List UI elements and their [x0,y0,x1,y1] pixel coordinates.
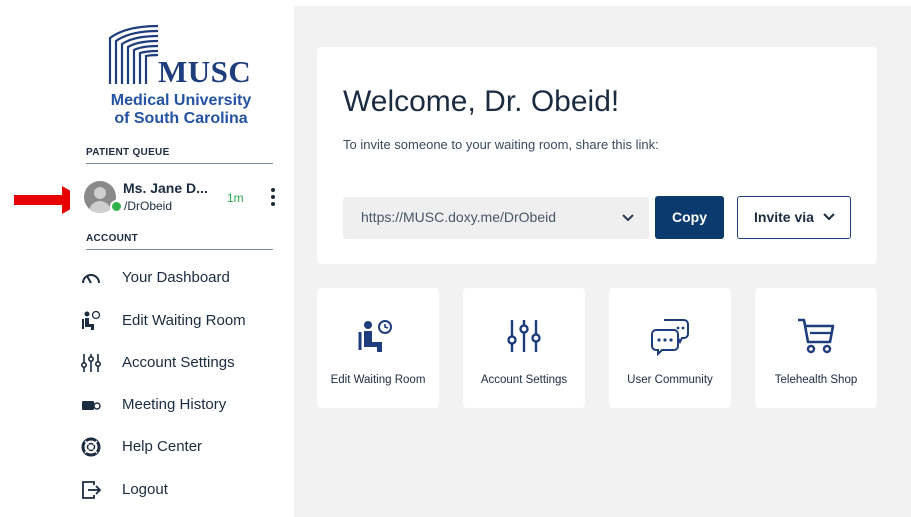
lifebuoy-icon [81,437,101,457]
nav-label: Account Settings [122,354,235,371]
tile-telehealth-shop[interactable]: Telehealth Shop [755,288,877,408]
room-link-value: https://MUSC.doxy.me/DrObeid [361,209,557,225]
invite-via-button[interactable]: Invite via [737,196,851,239]
nav-edit-waiting-room[interactable]: Edit Waiting Room [80,306,280,336]
speedometer-icon [82,274,100,284]
logo-wordmark: MUSC [158,54,252,89]
video-camera-icon [82,401,101,410]
logo-subtitle: Medical University of South Carolina [104,92,258,128]
tile-edit-waiting-room[interactable]: Edit Waiting Room [317,288,439,408]
waiting-room-icon [358,320,392,352]
musc-logo: MUSC Medical University of South Carolin… [106,24,256,130]
chat-bubbles-icon [651,319,689,356]
nav-label: Logout [122,481,168,498]
invite-via-label: Invite via [754,209,814,225]
sliders-icon [80,354,102,372]
patient-room: /DrObeid [124,199,173,213]
nav-label: Meeting History [122,396,227,413]
tile-label: Telehealth Shop [774,374,858,386]
patient-name: Ms. Jane D... [123,180,208,196]
tile-account-settings[interactable]: Account Settings [463,288,585,408]
wait-time: 1m [227,191,244,205]
main-content: Welcome, Dr. Obeid! To invite someone to… [294,0,911,517]
nav-label: Help Center [122,438,203,455]
invite-instructions: To invite someone to your waiting room, … [343,137,659,152]
divider [86,163,273,164]
nav-your-dashboard[interactable]: Your Dashboard [80,263,280,293]
copy-button-label: Copy [672,209,707,225]
tile-label: Edit Waiting Room [330,374,426,386]
nav-logout[interactable]: Logout [80,475,280,505]
divider [86,249,273,250]
online-status-icon [110,200,123,213]
more-options-icon[interactable] [268,188,278,208]
logout-icon [82,481,102,499]
nav-account-settings[interactable]: Account Settings [80,348,280,378]
logo-subtitle-line2: of South Carolina [114,110,248,127]
nav-label: Your Dashboard [122,269,230,286]
tile-user-community[interactable]: User Community [609,288,731,408]
tile-label: User Community [627,374,713,386]
copy-link-button[interactable]: Copy [655,196,724,239]
nav-label: Edit Waiting Room [122,312,246,329]
tile-label: Account Settings [480,374,568,386]
nav-help-center[interactable]: Help Center [80,432,280,462]
patient-queue-title: PATIENT QUEUE [86,147,170,158]
waiting-room-icon [82,310,101,330]
sidebar: MUSC Medical University of South Carolin… [70,0,294,517]
welcome-card: Welcome, Dr. Obeid! To invite someone to… [317,47,877,264]
top-crop-strip [0,0,911,6]
musc-building-icon [108,24,159,84]
room-link-select[interactable]: https://MUSC.doxy.me/DrObeid [343,197,649,239]
chevron-down-icon [622,214,634,222]
nav-meeting-history[interactable]: Meeting History [80,390,280,420]
shopping-cart-icon [798,318,835,354]
chevron-down-icon [823,213,835,221]
page-title: Welcome, Dr. Obeid! [343,85,620,118]
patient-queue-item[interactable]: Ms. Jane D... /DrObeid 1m [84,180,280,216]
sliders-icon [507,320,541,352]
logo-subtitle-line1: Medical University [110,92,252,109]
account-title: ACCOUNT [86,233,139,244]
